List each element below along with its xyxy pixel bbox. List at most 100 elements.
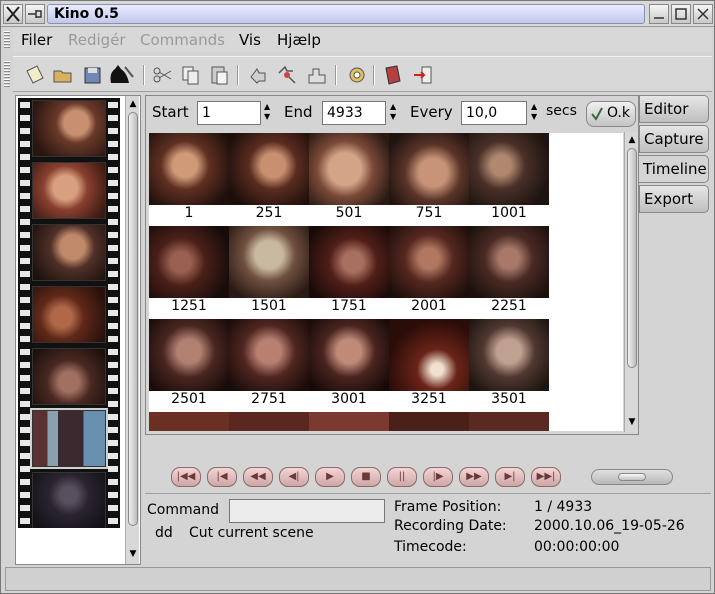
tab-timeline[interactable]: Timeline xyxy=(639,155,709,183)
toolbar-grip[interactable] xyxy=(4,61,10,87)
start-field[interactable] xyxy=(197,101,261,125)
tab-export[interactable]: Export xyxy=(639,185,709,213)
frame-number: 1251 xyxy=(149,298,229,318)
timeline-scrollbar[interactable]: ▲ ▼ xyxy=(624,132,638,432)
menu-commands[interactable]: Commands xyxy=(140,31,225,49)
tab-editor[interactable]: Editor xyxy=(639,95,709,123)
ok-button[interactable]: O.k xyxy=(586,101,636,127)
redo-icon[interactable] xyxy=(275,63,299,87)
start-spinner[interactable]: ▲ ▼ xyxy=(264,102,272,122)
close-icon[interactable] xyxy=(693,4,713,24)
cut-icon[interactable] xyxy=(151,63,175,87)
timeline-frame-thumbnail[interactable] xyxy=(149,226,229,298)
scene-thumbnail[interactable] xyxy=(32,100,106,157)
end-spinner[interactable]: ▲ ▼ xyxy=(390,102,398,122)
frame-number: 3251 xyxy=(389,391,469,411)
timeline-frame-thumbnail[interactable] xyxy=(469,226,549,298)
pin-icon[interactable] xyxy=(25,4,45,24)
timeline-frame-thumbnail[interactable] xyxy=(389,133,469,205)
start-icon[interactable]: |◀◀ xyxy=(171,467,201,487)
timeline-frame-thumbnail[interactable] xyxy=(389,319,469,391)
frame-position-label: Frame Position: xyxy=(394,499,502,515)
split-scene-icon[interactable] xyxy=(105,63,135,87)
scene-filmstrip[interactable] xyxy=(18,98,120,528)
timeline-frame-thumbnail[interactable] xyxy=(469,133,549,205)
timeline-frame-thumbnail[interactable] xyxy=(149,412,229,431)
timeline-frame-thumbnail[interactable] xyxy=(389,226,469,298)
timeline-frame-thumbnail[interactable] xyxy=(469,319,549,391)
scroll-down-icon[interactable]: ▼ xyxy=(127,548,139,560)
step-forward-icon[interactable]: |▶ xyxy=(423,467,453,487)
menu-rediger[interactable]: Redigér xyxy=(68,31,126,49)
exit-icon[interactable] xyxy=(411,63,435,87)
toolbar-separator xyxy=(237,65,239,85)
scene-thumbnail[interactable] xyxy=(32,348,106,405)
frame-number: 2751 xyxy=(229,391,309,411)
frame-number: 1501 xyxy=(229,298,309,318)
scrollbar-thumb[interactable] xyxy=(128,112,138,526)
new-file-icon[interactable] xyxy=(23,63,47,87)
ok-check-icon xyxy=(591,107,603,121)
timeline-frame-thumbnail[interactable] xyxy=(389,412,469,431)
timeline-frame-thumbnail[interactable] xyxy=(229,133,309,205)
end-icon[interactable]: ▶▶| xyxy=(531,467,561,487)
scene-thumbnail[interactable] xyxy=(32,162,106,219)
shuttle-slider[interactable] xyxy=(591,469,673,485)
frame-number: 751 xyxy=(389,205,469,225)
timeline-frame-thumbnail[interactable] xyxy=(149,319,229,391)
timeline-frame-thumbnail[interactable] xyxy=(229,319,309,391)
scrollbar-thumb[interactable] xyxy=(627,148,637,368)
tab-capture[interactable]: Capture xyxy=(639,125,709,153)
timeline-frame-thumbnail[interactable] xyxy=(309,412,389,431)
timeline-frame-thumbnail[interactable] xyxy=(229,412,309,431)
scroll-up-icon[interactable]: ▲ xyxy=(127,98,139,110)
next-scene-icon[interactable]: ▶| xyxy=(495,467,525,487)
x-logo-icon[interactable] xyxy=(3,4,23,24)
menubar-grip[interactable] xyxy=(4,31,10,49)
stop-icon[interactable]: ■ xyxy=(351,467,381,487)
step-back-icon[interactable]: ◀| xyxy=(279,467,309,487)
scene-thumbnail[interactable] xyxy=(32,286,106,343)
frame-number: 3501 xyxy=(469,391,549,411)
timeline-frame-thumbnail[interactable] xyxy=(309,133,389,205)
every-field[interactable] xyxy=(461,101,527,125)
minimize-icon[interactable] xyxy=(649,4,669,24)
scene-thumbnail[interactable] xyxy=(32,472,106,528)
command-input[interactable] xyxy=(229,499,385,523)
end-field[interactable] xyxy=(322,101,386,125)
maximize-icon[interactable] xyxy=(671,4,691,24)
previous-scene-icon[interactable]: |◀ xyxy=(207,467,237,487)
fast-forward-icon[interactable]: ▶▶ xyxy=(459,467,489,487)
timeline-frame-thumbnail[interactable] xyxy=(149,133,229,205)
preferences-icon[interactable] xyxy=(345,63,369,87)
help-book-icon[interactable] xyxy=(381,63,405,87)
timeline-frame-thumbnail[interactable] xyxy=(469,412,549,431)
every-spinner[interactable]: ▲ ▼ xyxy=(531,102,539,122)
menu-vis[interactable]: Vis xyxy=(239,31,261,49)
frame-number: 2001 xyxy=(389,298,469,318)
timeline-thumbnail-grid[interactable]: 1 251 501 751 1001 1251 1501 1751 2001 2… xyxy=(149,133,623,431)
scroll-up-icon[interactable]: ▲ xyxy=(626,134,638,146)
open-folder-icon[interactable] xyxy=(51,63,75,87)
rewind-icon[interactable]: ◀◀ xyxy=(243,467,273,487)
save-disk-icon[interactable] xyxy=(81,63,105,87)
undo-icon[interactable] xyxy=(245,63,269,87)
scene-thumbnail[interactable] xyxy=(32,224,106,281)
copy-icon[interactable] xyxy=(179,63,203,87)
paste-icon[interactable] xyxy=(207,63,231,87)
menu-filer[interactable]: Filer xyxy=(21,31,52,49)
scene-thumbnail-selected[interactable] xyxy=(30,408,108,469)
timeline-frame-thumbnail[interactable] xyxy=(309,319,389,391)
filmstrip-scrollbar[interactable]: ▲ ▼ xyxy=(125,96,139,564)
timeline-frame-thumbnail[interactable] xyxy=(229,226,309,298)
play-icon[interactable]: ▶ xyxy=(315,467,345,487)
grid-icon[interactable] xyxy=(305,63,329,87)
title-bar: Kino 0.5 xyxy=(1,1,714,27)
shuttle-slider-thumb[interactable] xyxy=(618,473,646,481)
timeline-frame-thumbnail[interactable] xyxy=(309,226,389,298)
frame-position-value: 1 / 4933 xyxy=(534,499,593,515)
scroll-down-icon[interactable]: ▼ xyxy=(626,416,638,428)
secs-label: secs xyxy=(546,103,577,119)
pause-icon[interactable]: || xyxy=(387,467,417,487)
menu-hjaelp[interactable]: Hjælp xyxy=(277,31,321,49)
